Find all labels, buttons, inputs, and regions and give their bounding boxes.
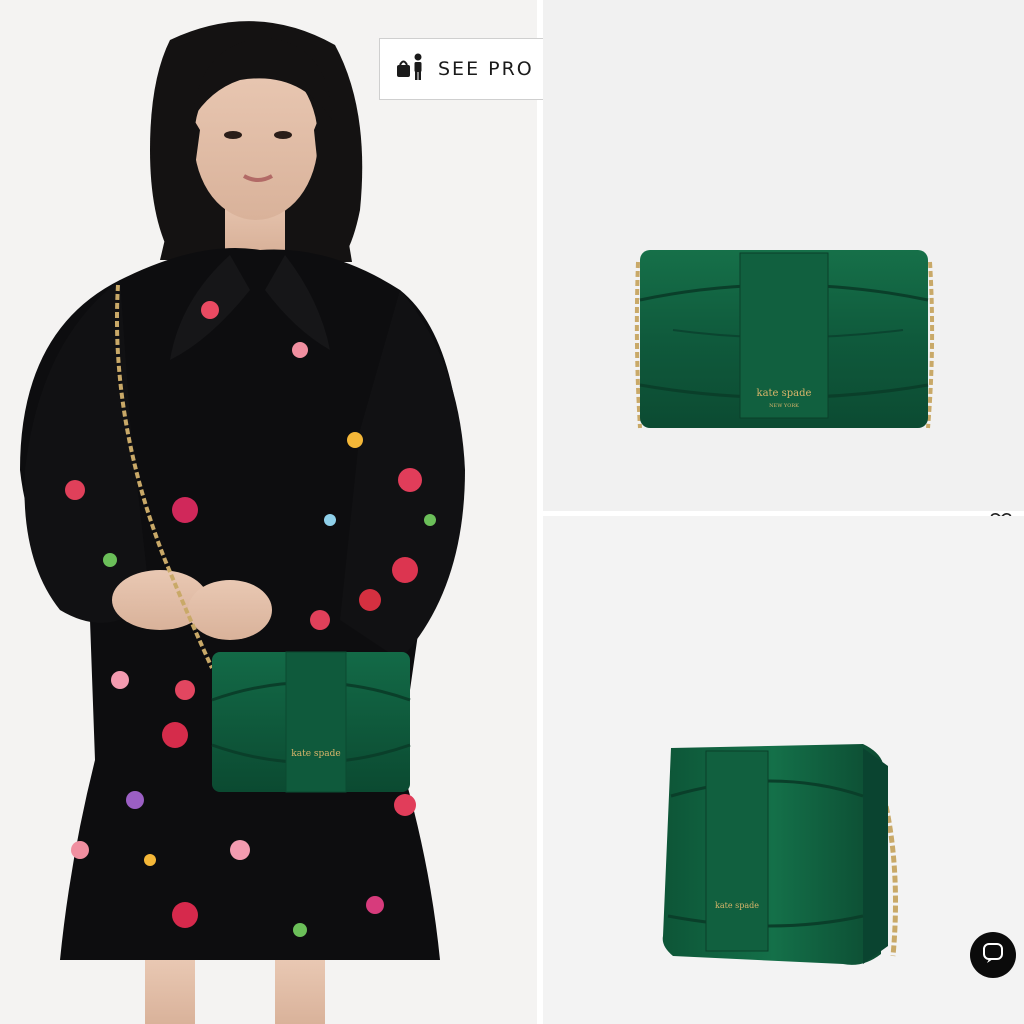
model-photo-panel[interactable]: kate spade [0,0,537,1024]
product-side-logo-text: kate spade [715,901,759,910]
product-front-photo: kate spade NEW YORK [634,250,935,429]
product-side-photo-panel[interactable]: kate spade [543,516,1024,1024]
product-side-photo: kate spade [662,744,898,965]
chat-bubble-icon [981,941,1005,969]
model-photo: kate spade [20,21,465,1024]
bag-person-icon [396,53,426,85]
product-logo-subtext: NEW YORK [769,403,799,409]
product-logo-text: kate spade [757,388,812,399]
see-products-button[interactable]: SEE PRO [379,38,549,100]
chat-button[interactable] [970,932,1016,978]
see-products-label: SEE PRO [438,58,534,80]
product-front-photo-panel[interactable]: kate spade NEW YORK [543,0,1024,511]
bag-logo-text: kate spade [291,749,340,759]
